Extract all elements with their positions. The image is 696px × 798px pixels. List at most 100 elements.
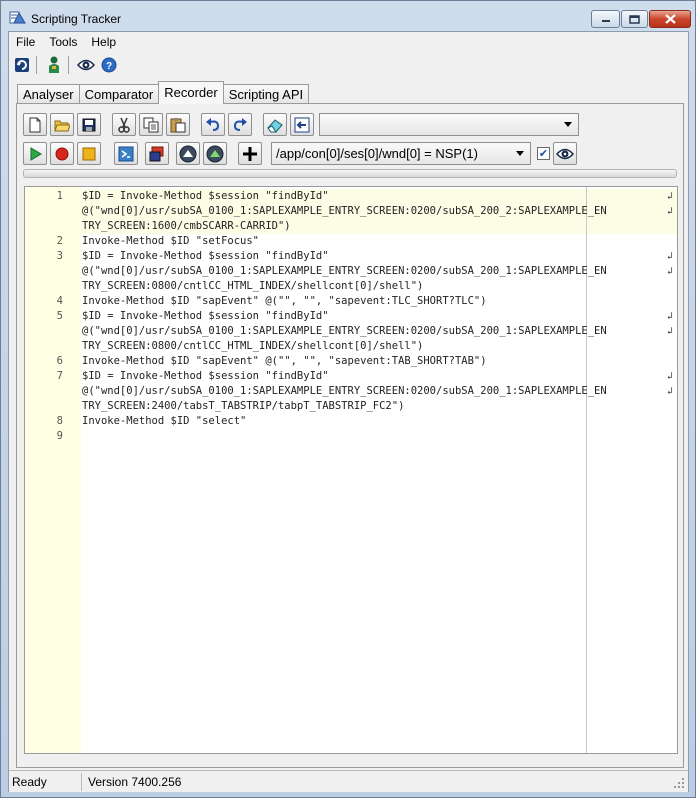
code-line[interactable]: TRY_SCREEN:1600/cmbSCARR-CARRID") bbox=[25, 219, 677, 234]
maximize-button[interactable] bbox=[621, 10, 648, 28]
resize-grip-icon[interactable] bbox=[673, 777, 685, 789]
tab-strip: Analyser Comparator Recorder Scripting A… bbox=[17, 81, 310, 104]
word-wrap-icon: ↲ bbox=[666, 251, 673, 262]
recorder-toolbar-row-1 bbox=[23, 113, 579, 136]
script-selector-combo[interactable] bbox=[319, 113, 579, 136]
code-line[interactable]: @("wnd[0]/usr/subSA_0100_1:SAPLEXAMPLE_E… bbox=[25, 204, 677, 219]
line-number bbox=[25, 324, 63, 339]
status-version: Version 7400.256 bbox=[88, 774, 182, 789]
help-icon[interactable]: ? bbox=[99, 55, 119, 75]
paste-button[interactable] bbox=[166, 113, 190, 136]
move-up-all-button[interactable] bbox=[203, 142, 227, 165]
tab-recorder[interactable]: Recorder bbox=[158, 81, 224, 104]
highlight-eye-button[interactable] bbox=[553, 142, 577, 165]
object-path-value: /app/con[0]/ses[0]/wnd[0] = NSP(1) bbox=[276, 146, 478, 161]
code-text: $ID = Invoke-Method $session "findById" bbox=[82, 250, 329, 262]
export-button[interactable] bbox=[290, 113, 314, 136]
copy-button[interactable] bbox=[139, 113, 163, 136]
minimize-button[interactable] bbox=[591, 10, 620, 28]
code-line[interactable]: @("wnd[0]/usr/subSA_0100_1:SAPLEXAMPLE_E… bbox=[25, 264, 677, 279]
code-text: $ID = Invoke-Method $session "findById" bbox=[82, 310, 329, 322]
window-title: Scripting Tracker bbox=[31, 12, 122, 26]
tab-scripting-api[interactable]: Scripting API bbox=[222, 84, 310, 104]
redo-button[interactable] bbox=[228, 113, 252, 136]
code-line[interactable]: 9 bbox=[25, 429, 677, 444]
code-line[interactable]: 5 $ID = Invoke-Method $session "findById"… bbox=[25, 309, 677, 324]
code-line[interactable]: 6 Invoke-Method $ID "sapEvent" @("", "", … bbox=[25, 354, 677, 369]
close-button[interactable] bbox=[649, 10, 691, 28]
code-text: TRY_SCREEN:1600/cmbSCARR-CARRID") bbox=[82, 220, 291, 232]
svg-text:?: ? bbox=[106, 61, 112, 72]
code-line[interactable]: 3 $ID = Invoke-Method $session "findById"… bbox=[25, 249, 677, 264]
code-text: $ID = Invoke-Method $session "findById" bbox=[82, 370, 329, 382]
save-button[interactable] bbox=[77, 113, 101, 136]
toolbar-separator bbox=[68, 56, 69, 74]
open-file-button[interactable] bbox=[50, 113, 74, 136]
code-line[interactable]: TRY_SCREEN:0800/cntlCC_HTML_INDEX/shellc… bbox=[25, 339, 677, 354]
menu-help[interactable]: Help bbox=[84, 32, 123, 52]
arrow-up-icon bbox=[179, 145, 197, 162]
powershell-button[interactable] bbox=[114, 142, 138, 165]
move-up-button[interactable] bbox=[176, 142, 200, 165]
code-line[interactable]: 7 $ID = Invoke-Method $session "findById"… bbox=[25, 369, 677, 384]
plus-icon bbox=[243, 146, 257, 161]
eraser-icon bbox=[267, 118, 283, 132]
code-line[interactable]: 1 $ID = Invoke-Method $session "findById"… bbox=[25, 189, 677, 204]
eye-icon[interactable] bbox=[76, 55, 96, 75]
tab-comparator[interactable]: Comparator bbox=[78, 84, 160, 104]
line-number bbox=[25, 279, 63, 294]
highlight-checkbox[interactable]: ✔ bbox=[537, 147, 550, 160]
line-number: 4 bbox=[56, 295, 63, 307]
save-icon bbox=[82, 118, 96, 131]
code-line[interactable]: @("wnd[0]/usr/subSA_0100_1:SAPLEXAMPLE_E… bbox=[25, 384, 677, 399]
play-button[interactable] bbox=[23, 142, 47, 165]
refresh-icon[interactable] bbox=[12, 55, 32, 75]
user-icon[interactable] bbox=[44, 55, 64, 75]
word-wrap-icon: ↲ bbox=[666, 326, 673, 337]
close-icon bbox=[664, 14, 676, 24]
line-number: 7 bbox=[56, 370, 63, 382]
code-line[interactable]: 2 Invoke-Method $ID "setFocus" bbox=[25, 234, 677, 249]
word-wrap-icon: ↲ bbox=[666, 191, 673, 202]
recorder-toolbar-row-2: /app/con[0]/ses[0]/wnd[0] = NSP(1) ✔ bbox=[23, 142, 580, 165]
code-line[interactable]: 4 Invoke-Method $ID "sapEvent" @("", "", … bbox=[25, 294, 677, 309]
word-wrap-icon: ↲ bbox=[666, 206, 673, 217]
code-line[interactable]: TRY_SCREEN:2400/tabsT_TABSTRIP/tabpT_TAB… bbox=[25, 399, 677, 414]
code-text: TRY_SCREEN:0800/cntlCC_HTML_INDEX/shellc… bbox=[82, 280, 424, 292]
code-text: TRY_SCREEN:0800/cntlCC_HTML_INDEX/shellc… bbox=[82, 340, 424, 352]
code-text: @("wnd[0]/usr/subSA_0100_1:SAPLEXAMPLE_E… bbox=[82, 325, 607, 337]
tab-analyser[interactable]: Analyser bbox=[17, 84, 80, 104]
code-text: $ID = Invoke-Method $session "findById" bbox=[82, 190, 329, 202]
stop-button[interactable] bbox=[77, 142, 101, 165]
script-editor[interactable]: 1 $ID = Invoke-Method $session "findById"… bbox=[24, 186, 678, 754]
object-path-combo[interactable]: /app/con[0]/ses[0]/wnd[0] = NSP(1) bbox=[271, 142, 531, 165]
cut-button[interactable] bbox=[112, 113, 136, 136]
chevron-down-icon bbox=[564, 122, 572, 127]
status-state: Ready bbox=[9, 772, 82, 791]
arrow-up-green-icon bbox=[206, 145, 224, 162]
line-number bbox=[25, 219, 63, 234]
code-line[interactable]: @("wnd[0]/usr/subSA_0100_1:SAPLEXAMPLE_E… bbox=[25, 324, 677, 339]
line-number bbox=[25, 264, 63, 279]
menu-tools[interactable]: Tools bbox=[42, 32, 84, 52]
code-text: Invoke-Method $ID "sapEvent" @("", "", "… bbox=[82, 295, 487, 307]
undo-button[interactable] bbox=[201, 113, 225, 136]
code-line[interactable]: 8 Invoke-Method $ID "select" bbox=[25, 414, 677, 429]
script-language-icon bbox=[118, 146, 134, 161]
line-number: 9 bbox=[56, 430, 63, 442]
session-button[interactable] bbox=[145, 142, 169, 165]
progress-bar bbox=[23, 169, 677, 178]
code-text: @("wnd[0]/usr/subSA_0100_1:SAPLEXAMPLE_E… bbox=[82, 205, 607, 217]
code-text: Invoke-Method $ID "sapEvent" @("", "", "… bbox=[82, 355, 487, 367]
app-icon bbox=[9, 10, 26, 25]
clear-button[interactable] bbox=[263, 113, 287, 136]
word-wrap-icon: ↲ bbox=[666, 371, 673, 382]
title-bar[interactable]: Scripting Tracker bbox=[1, 1, 695, 31]
menu-file[interactable]: File bbox=[9, 32, 42, 52]
new-file-button[interactable] bbox=[23, 113, 47, 136]
play-icon bbox=[30, 146, 42, 161]
word-wrap-icon: ↲ bbox=[666, 311, 673, 322]
add-button[interactable] bbox=[238, 142, 262, 165]
code-line[interactable]: TRY_SCREEN:0800/cntlCC_HTML_INDEX/shellc… bbox=[25, 279, 677, 294]
record-button[interactable] bbox=[50, 142, 74, 165]
